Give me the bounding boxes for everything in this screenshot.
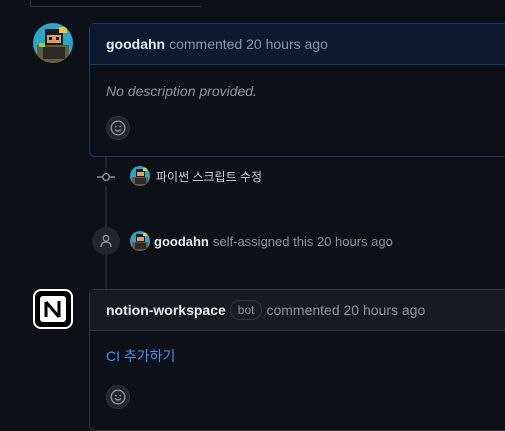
assign-event-badge	[92, 227, 120, 255]
commit-event-marker	[97, 168, 115, 186]
commit-event: 파이썬 스크립트 수정	[130, 166, 262, 186]
smiley-icon	[110, 389, 126, 405]
pixel-avatar-icon	[33, 23, 73, 63]
comment-body-link[interactable]: CI 추가하기	[106, 346, 504, 366]
assign-event-text[interactable]: self-assigned this 20 hours ago	[213, 234, 393, 249]
person-icon	[100, 234, 112, 248]
previous-box-edge	[30, 0, 201, 7]
notion-logo-icon	[40, 296, 66, 322]
comment-box: notion-workspace bot commented 20 hours …	[89, 289, 505, 431]
comment-header: notion-workspace bot commented 20 hours …	[90, 290, 505, 331]
comment-box: goodahn commented 20 hours ago No descri…	[89, 23, 505, 157]
smiley-icon	[110, 120, 126, 136]
assign-event-author[interactable]: goodahn	[154, 234, 209, 249]
notion-workspace-avatar[interactable]	[33, 289, 73, 329]
comment-header: goodahn commented 20 hours ago	[90, 24, 505, 65]
comment-author[interactable]: notion-workspace	[106, 302, 226, 318]
commit-author-avatar[interactable]	[130, 166, 150, 186]
git-commit-icon	[97, 173, 115, 181]
bot-badge: bot	[229, 300, 263, 320]
pixel-avatar-icon	[130, 231, 150, 251]
add-reaction-button[interactable]	[106, 385, 130, 409]
comment-timestamp[interactable]: commented 20 hours ago	[169, 36, 328, 52]
comment-timestamp[interactable]: commented 20 hours ago	[266, 302, 425, 318]
comment-body: No description provided.	[106, 83, 257, 99]
pixel-avatar-icon	[130, 166, 150, 186]
comment-author[interactable]: goodahn	[106, 36, 165, 52]
assign-event: goodahn self-assigned this 20 hours ago	[130, 231, 393, 251]
goodahn-avatar[interactable]	[33, 23, 73, 63]
commit-message[interactable]: 파이썬 스크립트 수정	[156, 168, 262, 185]
assignee-avatar[interactable]	[130, 231, 150, 251]
add-reaction-button[interactable]	[106, 116, 130, 140]
